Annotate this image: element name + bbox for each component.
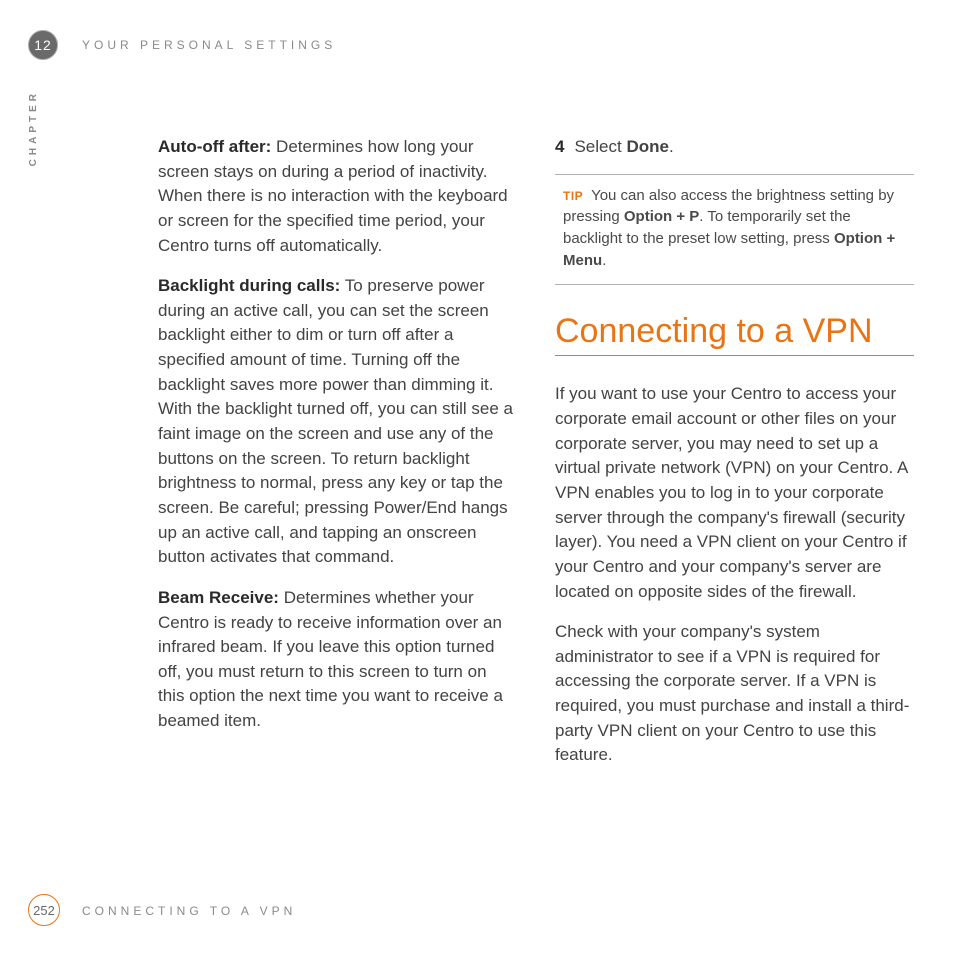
vpn-paragraph-2: Check with your company's system adminis… xyxy=(555,620,914,768)
backlight-label: Backlight during calls: xyxy=(158,276,340,295)
right-column: 4 Select Done. TIP You can also access th… xyxy=(555,135,914,784)
tip-box: TIP You can also access the brightness s… xyxy=(555,174,914,285)
page-number: 252 xyxy=(33,903,55,918)
beam-receive-body: Determines whether your Centro is ready … xyxy=(158,588,503,730)
section-heading-vpn: Connecting to a VPN xyxy=(555,311,914,357)
beam-receive-label: Beam Receive: xyxy=(158,588,279,607)
backlight-paragraph: Backlight during calls: To preserve powe… xyxy=(158,274,517,570)
chapter-vertical-label: CHAPTER xyxy=(28,90,39,166)
backlight-body: To preserve power during an active call,… xyxy=(158,276,513,566)
auto-off-label: Auto-off after: xyxy=(158,137,271,156)
auto-off-paragraph: Auto-off after: Determines how long your… xyxy=(158,135,517,258)
step-pre: Select xyxy=(574,137,626,156)
page-number-badge: 252 xyxy=(28,894,60,926)
left-column: Auto-off after: Determines how long your… xyxy=(158,135,517,784)
chapter-number: 12 xyxy=(34,37,52,53)
chapter-number-badge: 12 xyxy=(28,30,58,60)
footer-section-title: CONNECTING TO A VPN xyxy=(82,904,296,918)
tip-end: . xyxy=(602,252,606,269)
step-bold: Done xyxy=(626,137,669,156)
beam-receive-paragraph: Beam Receive: Determines whether your Ce… xyxy=(158,586,517,734)
content-columns: Auto-off after: Determines how long your… xyxy=(158,135,914,784)
step-post: . xyxy=(669,137,674,156)
tip-label: TIP xyxy=(563,189,583,203)
step-number: 4 xyxy=(555,137,564,156)
document-page: 12 YOUR PERSONAL SETTINGS CHAPTER Auto-o… xyxy=(0,0,954,954)
header-eyebrow: YOUR PERSONAL SETTINGS xyxy=(82,38,336,52)
vpn-paragraph-1: If you want to use your Centro to access… xyxy=(555,382,914,604)
step-4: 4 Select Done. xyxy=(555,135,914,160)
tip-shortcut-1: Option + P xyxy=(624,208,699,225)
